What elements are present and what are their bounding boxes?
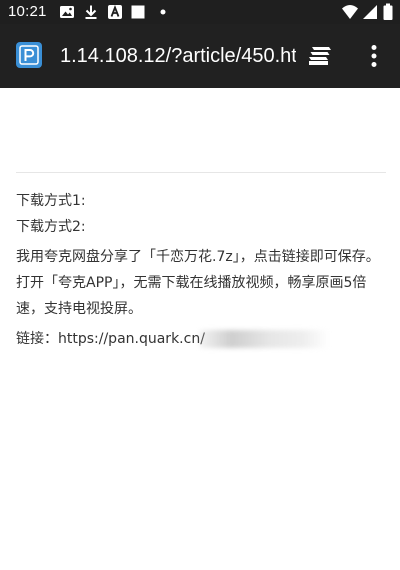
wifi-icon: [341, 3, 359, 21]
download-method-1: 下载方式1:: [16, 193, 86, 209]
overflow-menu-icon[interactable]: [360, 40, 388, 72]
image-icon: [58, 3, 76, 21]
download-icon: [82, 3, 100, 21]
url-bar[interactable]: 1.14.108.12/?article/450.html: [60, 44, 296, 68]
divider: [16, 172, 386, 173]
status-bar: 10:21: [0, 0, 400, 24]
signal-icon: [361, 3, 379, 21]
p-app-icon[interactable]: [16, 42, 42, 68]
link-text[interactable]: 链接：https://pan.quark.cn/: [16, 331, 205, 347]
link-line[interactable]: 链接：https://pan.quark.cn/: [16, 326, 390, 352]
browser-toolbar: 1.14.108.12/?article/450.html: [0, 24, 400, 88]
a-icon: [106, 3, 124, 21]
tabs-icon[interactable]: [304, 40, 336, 72]
redaction-blur: [198, 330, 329, 348]
status-time: 10:21: [8, 3, 47, 20]
dot-icon: [154, 3, 172, 21]
page-content: 下载方式1: 下载方式2: 我用夸克网盘分享了「千恋万花.7z」，点击链接即可保…: [0, 88, 400, 570]
battery-icon: [379, 3, 397, 21]
square-icon: [129, 3, 147, 21]
article-body: 下载方式1: 下载方式2: 我用夸克网盘分享了「千恋万花.7z」，点击链接即可保…: [16, 188, 390, 352]
download-method-2: 下载方式2:: [16, 219, 86, 235]
share-text: 我用夸克网盘分享了「千恋万花.7z」，点击链接即可保存。打开「夸克APP」，无需…: [16, 249, 380, 317]
